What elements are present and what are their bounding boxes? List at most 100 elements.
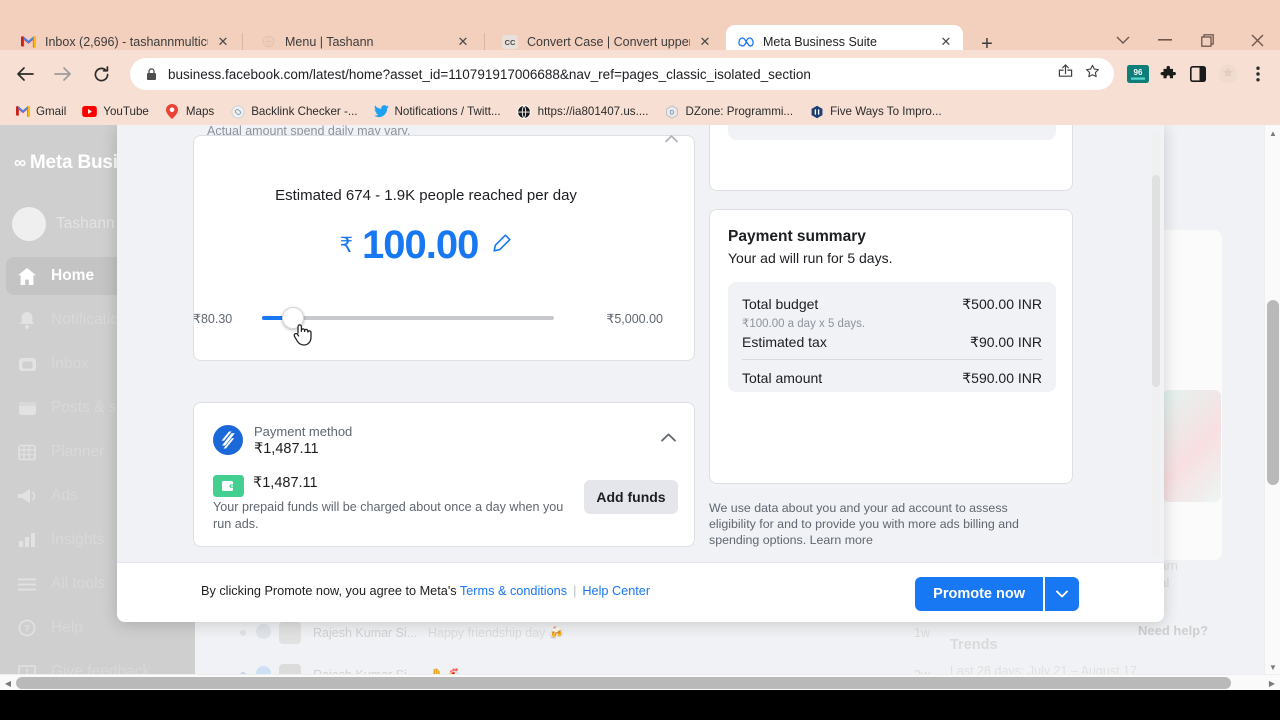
- background-trends-title: Trends: [950, 637, 998, 653]
- screen: Inbox (2,696) - tashannmulticuisi ✕ Menu…: [0, 0, 1280, 720]
- summary-label: Estimated tax: [742, 334, 827, 350]
- bookmark-label: DZone: Programmi...: [685, 105, 794, 118]
- bookmark-youtube[interactable]: YouTube: [75, 102, 156, 121]
- budget-amount-value: 100.00: [362, 223, 479, 267]
- help-center-link[interactable]: Help Center: [582, 584, 650, 598]
- bookmark-five-ways[interactable]: Five Ways To Impro...: [802, 102, 948, 121]
- page-vertical-scrollbar[interactable]: ▲ ▼: [1264, 125, 1280, 675]
- share-icon[interactable]: [1058, 64, 1073, 84]
- slider-track[interactable]: [262, 307, 554, 346]
- chrome-menu-icon[interactable]: [1244, 60, 1272, 88]
- forward-button[interactable]: [46, 57, 80, 91]
- browser-toolbar: business.facebook.com/latest/home?asset_…: [0, 50, 1280, 98]
- promote-now-group: Promote now: [915, 577, 1079, 611]
- modal-footer: By clicking Promote now, you agree to Me…: [117, 562, 1164, 622]
- bookmark-dzone[interactable]: D DZone: Programmi...: [658, 102, 801, 121]
- budget-slider[interactable]: ₹80.30 ₹5,000.00: [193, 305, 663, 346]
- payment-summary-subtitle: Your ad will run for 5 days.: [728, 250, 893, 266]
- modal-scroll-area[interactable]: Actual amount spend daily may vary. Esti…: [117, 125, 1164, 562]
- terms-agreement-text: By clicking Promote now, you agree to Me…: [201, 584, 650, 598]
- promote-now-button[interactable]: Promote now: [915, 577, 1043, 611]
- bookmark-label: Maps: [185, 105, 215, 118]
- svg-text:D: D: [670, 109, 675, 116]
- article-icon: [809, 104, 824, 119]
- feed-author: Rajesh Kumar Si...: [313, 626, 418, 640]
- extension-counter-icon[interactable]: 96: [1124, 60, 1152, 88]
- scroll-down-arrow-icon[interactable]: ▼: [1265, 659, 1280, 675]
- scroll-right-arrow-icon[interactable]: ▶: [1264, 675, 1280, 690]
- summary-value: ₹90.00 INR: [970, 334, 1042, 350]
- page-horizontal-scrollbar[interactable]: ◀ ▶: [0, 674, 1280, 690]
- tab-title: Menu | Tashann: [285, 34, 374, 49]
- bookmark-backlink-checker[interactable]: Backlink Checker -...: [223, 102, 364, 121]
- terms-and-conditions-link[interactable]: Terms & conditions: [460, 584, 567, 598]
- tab-title: Meta Business Suite: [763, 34, 877, 49]
- collapse-budget-icon[interactable]: [665, 130, 678, 148]
- bookmark-gmail[interactable]: Gmail: [8, 102, 73, 121]
- address-bar[interactable]: business.facebook.com/latest/home?asset_…: [130, 58, 1114, 90]
- feed-dot-icon: [240, 630, 246, 636]
- wallet-icon: [213, 475, 244, 497]
- modal-scrollbar-thumb[interactable]: [1152, 175, 1160, 387]
- razorpay-icon: [213, 425, 243, 455]
- summary-note: ₹100.00 a day x 5 days.: [742, 318, 866, 330]
- payment-summary-box: Total budget ₹500.00 INR ₹100.00 a day x…: [728, 282, 1056, 392]
- add-funds-button[interactable]: Add funds: [584, 480, 678, 514]
- summary-label: Total amount: [742, 370, 823, 386]
- tab-title: Convert Case | Convert upper ca: [527, 34, 690, 49]
- sidebar-item-label: Planner: [51, 443, 105, 460]
- footer-separator: |: [573, 584, 577, 598]
- currency-symbol: ₹: [339, 233, 354, 257]
- convert-case-icon: CC: [502, 34, 518, 50]
- bookmark-archive-url[interactable]: https://ia801407.us....: [510, 102, 656, 121]
- desktop-taskbar: [0, 690, 1280, 720]
- generic-page-icon: [260, 34, 276, 50]
- menu-lines-icon: [14, 571, 40, 597]
- twitter-icon: [373, 104, 389, 119]
- bookmark-label: Backlink Checker -...: [251, 105, 358, 118]
- scroll-up-arrow-icon[interactable]: ▲: [1265, 125, 1280, 141]
- bookmark-maps[interactable]: Maps: [158, 102, 221, 121]
- mouse-cursor-hand-icon: [292, 322, 314, 348]
- summary-row-total-budget: Total budget ₹500.00 INR: [742, 296, 1042, 313]
- reload-button[interactable]: [84, 57, 118, 91]
- sidebar-item-label: Posts & s: [51, 399, 117, 416]
- svg-text:CC: CC: [505, 38, 516, 47]
- sidepanel-icon[interactable]: [1184, 60, 1212, 88]
- feed-avatar: [279, 622, 301, 644]
- bookmark-label: Notifications / Twitt...: [394, 105, 501, 118]
- modal-scrollbar[interactable]: [1152, 133, 1160, 557]
- gmail-icon: [20, 34, 36, 50]
- facebook-icon: [256, 624, 271, 642]
- bookmark-twitter[interactable]: Notifications / Twitt...: [367, 102, 508, 121]
- payment-method-title: Payment method: [254, 424, 353, 439]
- chevron-up-icon[interactable]: [661, 429, 676, 447]
- url-text: business.facebook.com/latest/home?asset_…: [168, 66, 811, 82]
- promote-post-modal: Actual amount spend daily may vary. Esti…: [117, 125, 1164, 622]
- ads-billing-disclaimer: We use data about you and your ad accoun…: [709, 501, 1019, 547]
- hscrollbar-thumb[interactable]: [16, 677, 1231, 689]
- pencil-icon[interactable]: [492, 233, 512, 258]
- page-viewport: ∞ Meta Business Tashann Home Notification…: [0, 125, 1280, 690]
- payment-method-card: Payment method ₹1,487.11 ₹1,487.11 Your …: [193, 402, 695, 547]
- slider-max-label: ₹5,000.00: [606, 312, 663, 326]
- puzzle-extensions-icon[interactable]: [1154, 60, 1182, 88]
- sidebar-item-label: Help: [51, 619, 83, 636]
- summary-divider: [742, 359, 1042, 360]
- profile-avatar-icon[interactable]: [1214, 60, 1242, 88]
- scroll-left-arrow-icon[interactable]: ◀: [0, 675, 16, 690]
- background-need-help: Need help?: [1138, 623, 1209, 638]
- feed-time: 1w: [914, 626, 930, 640]
- megaphone-icon: [14, 483, 40, 509]
- back-button[interactable]: [8, 57, 42, 91]
- bookmark-label: https://ia801407.us....: [537, 105, 649, 118]
- globe-icon: [517, 104, 532, 119]
- bookmark-label: Gmail: [36, 105, 67, 118]
- promote-options-button[interactable]: [1045, 577, 1079, 611]
- wallet-balance-amount: ₹1,487.11: [253, 475, 318, 491]
- star-icon[interactable]: [1085, 64, 1100, 84]
- summary-value: ₹590.00 INR: [962, 370, 1042, 386]
- sidebar-item-label: All tools: [51, 575, 106, 592]
- page-scrollbar-thumb[interactable]: [1267, 300, 1279, 485]
- sidebar-item-label: Inbox: [51, 355, 89, 372]
